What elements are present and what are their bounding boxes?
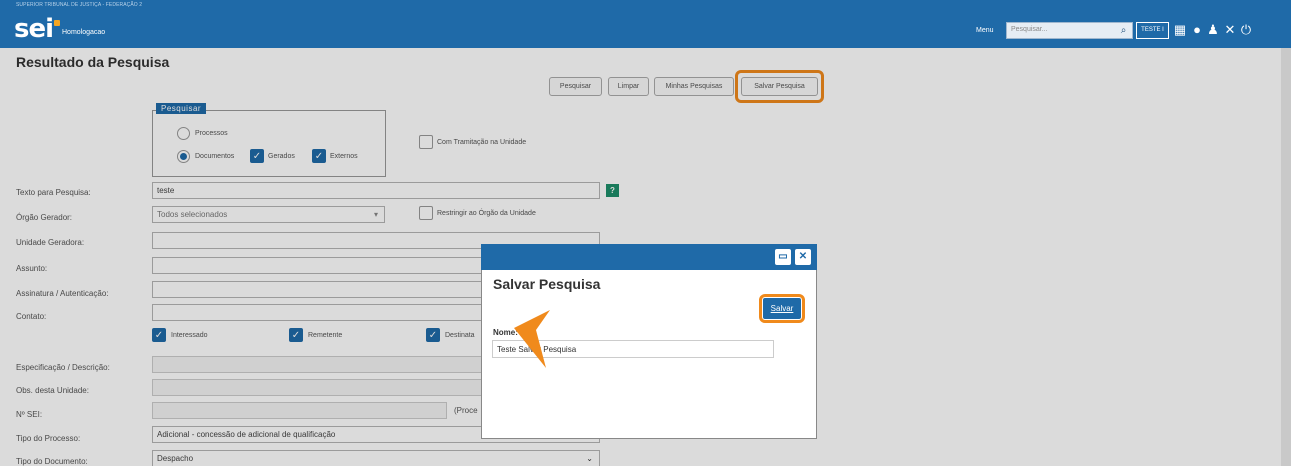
salvar-button[interactable]: Salvar <box>763 298 801 319</box>
close-icon[interactable]: ✕ <box>795 249 811 265</box>
tools-icon[interactable]: ✕ <box>1222 21 1238 39</box>
search-input[interactable]: Pesquisar... <box>1006 22 1133 39</box>
maximize-icon[interactable]: ▭ <box>775 249 791 265</box>
sei-logo[interactable]: sei <box>14 16 61 42</box>
arrow-pointer-icon <box>514 310 550 368</box>
modal-title-bar <box>481 244 817 270</box>
unit-selector-button[interactable]: TESTE I <box>1136 22 1169 39</box>
organization-name: SUPERIOR TRIBUNAL DE JUSTIÇA - FEDERAÇÃO… <box>16 2 143 8</box>
power-icon[interactable]: ⏻ <box>1238 21 1254 39</box>
search-icon[interactable]: ⌕ <box>1116 23 1131 38</box>
user-icon[interactable]: ♟ <box>1205 21 1221 39</box>
scrollbar[interactable] <box>1281 48 1291 466</box>
menu-label[interactable]: Menu <box>976 27 994 34</box>
grid-icon[interactable]: ▦ <box>1172 21 1188 39</box>
modal-title: Salvar Pesquisa <box>493 276 601 292</box>
environment-label: Homologacao <box>62 29 106 36</box>
info-icon[interactable]: ● <box>1189 21 1205 39</box>
